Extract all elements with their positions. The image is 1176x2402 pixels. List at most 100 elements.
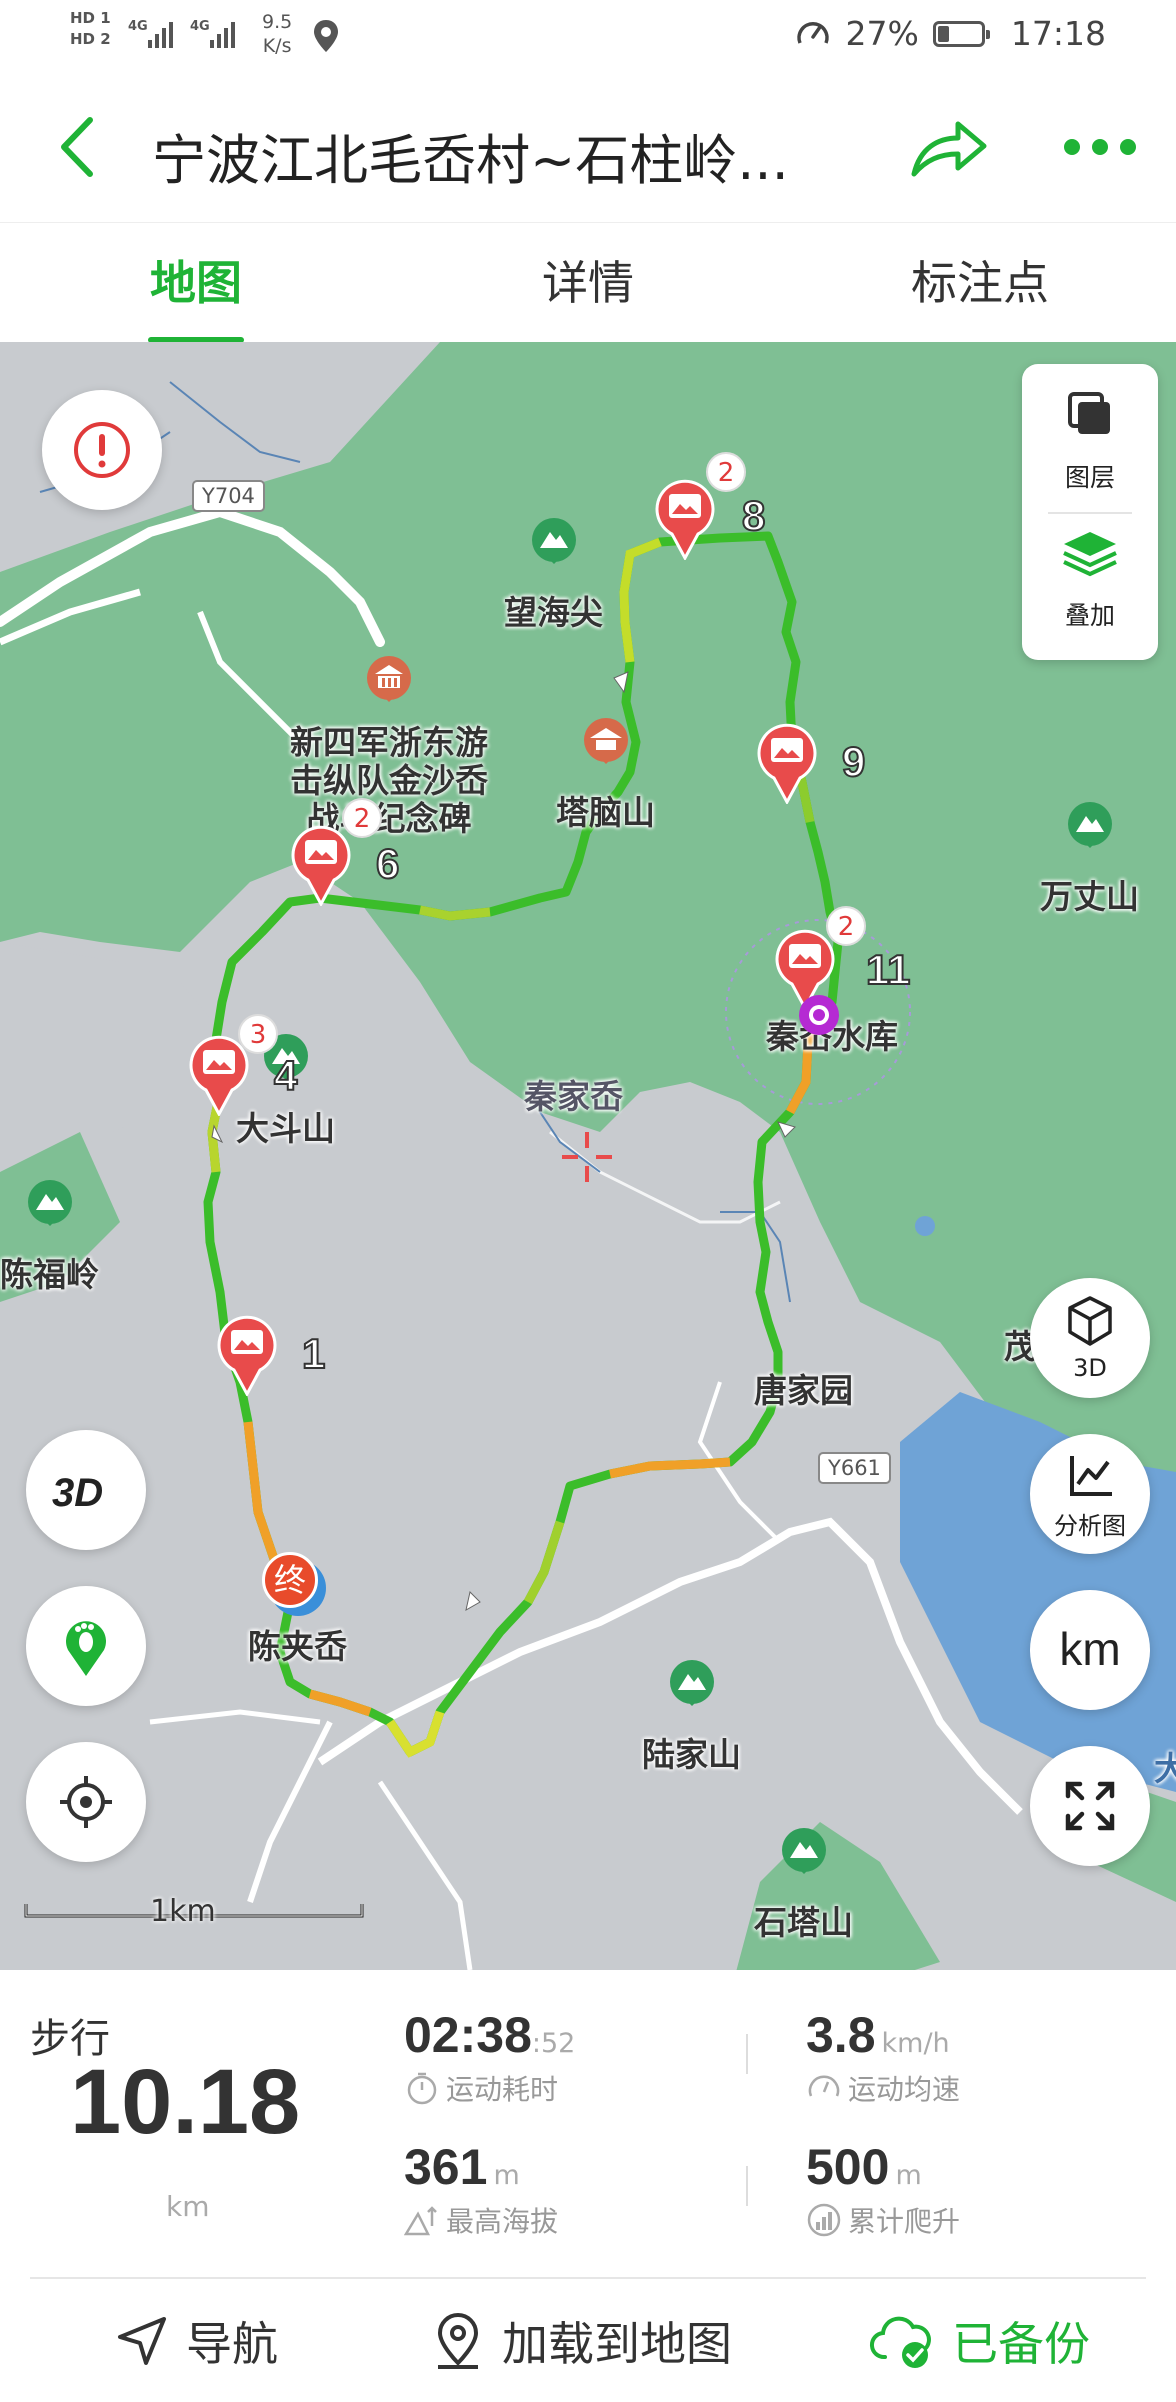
km-label: km xyxy=(1059,1623,1121,1675)
poi-label: 塔脑山 xyxy=(556,793,655,832)
max-altitude-unit: m xyxy=(493,2160,520,2191)
climb-label: 累计爬升 xyxy=(848,2205,961,2238)
location-icon xyxy=(314,20,338,52)
stat-max-altitude: 361 m 最高海拔 xyxy=(404,2138,558,2240)
map-view[interactable]: 望海尖 新四军浙东游 击纵队金沙岙 战斗纪念碑 塔脑山 万丈山 秦岙水库 大斗山… xyxy=(0,342,1176,1970)
analysis-button[interactable]: 分析图 xyxy=(1030,1434,1150,1554)
climb-value: 500 xyxy=(806,2139,890,2195)
overlay-label: 叠加 xyxy=(1064,601,1115,630)
speed-value: 9.5 xyxy=(262,11,293,33)
unit-toggle-button[interactable]: km xyxy=(1030,1590,1150,1710)
poi-shitashan[interactable]: 石塔山 xyxy=(754,1826,853,1944)
speed-unit: K/s xyxy=(262,35,292,57)
signal2-icon: 4G xyxy=(190,19,235,48)
road-badge: Y704 xyxy=(192,480,265,512)
more-button[interactable] xyxy=(1062,132,1138,162)
mountain-pin-icon xyxy=(669,1660,714,1706)
load-to-map-label: 加载到地图 xyxy=(502,2316,732,2371)
poi-tangjiayuan[interactable]: 唐家园 xyxy=(754,1364,853,1412)
poi-qinjiaao[interactable]: 秦家岙 xyxy=(524,1070,623,1118)
chevron-left-icon xyxy=(61,117,93,177)
fullscreen-button[interactable] xyxy=(1030,1746,1150,1866)
bottom-action-bar: 导航 加载到地图 已备份 xyxy=(30,2277,1146,2402)
photo-count-badge: 3 xyxy=(238,1014,278,1054)
cloud-check-icon xyxy=(870,2316,931,2368)
stopwatch-icon xyxy=(407,2072,437,2105)
3d-label: 3D xyxy=(1073,1354,1107,1382)
poi-label: 石塔山 xyxy=(754,1903,853,1942)
duration-label: 运动耗时 xyxy=(446,2073,559,2106)
climb-unit: m xyxy=(895,2160,922,2191)
expand-icon xyxy=(1065,1781,1115,1831)
stat-avg-speed: 3.8 km/h 运动均速 xyxy=(806,2006,960,2108)
svg-text:4G: 4G xyxy=(190,19,210,34)
mountain-peak-icon xyxy=(404,2206,437,2236)
poi-tanaoshan[interactable]: 塔脑山 xyxy=(556,716,655,834)
poi-chenfuling[interactable]: 陈福岭 xyxy=(0,1178,99,1296)
tab-bar: 地图 详情 标注点 xyxy=(0,222,1176,344)
tab-details[interactable]: 详情 xyxy=(392,223,784,343)
overlay-button[interactable]: 叠加 xyxy=(1022,514,1158,660)
battery-percent: 27% xyxy=(845,14,919,53)
locate-button[interactable] xyxy=(26,1742,146,1862)
poi-wanghaijian[interactable]: 望海尖 xyxy=(504,516,603,634)
tab-map[interactable]: 地图 xyxy=(0,223,392,343)
3d-view-button[interactable]: 3D xyxy=(26,1430,146,1550)
marker-number: 6 xyxy=(375,839,400,888)
layers-icon xyxy=(1068,392,1110,434)
analysis-chart-icon xyxy=(1070,1456,1112,1496)
layers-button[interactable]: 图层 xyxy=(1022,364,1158,512)
share-button[interactable] xyxy=(910,114,988,180)
battery-icon xyxy=(932,20,990,47)
total-distance: 10.18 xyxy=(70,2051,301,2153)
stat-duration: 02:38:52 运动耗时 xyxy=(404,2006,575,2108)
backup-label: 已备份 xyxy=(952,2316,1090,2371)
climb-icon xyxy=(807,2203,841,2237)
alert-icon xyxy=(74,422,130,478)
3d-view-icon: 3D xyxy=(52,1471,103,1515)
poi-label: 击纵队金沙岙 xyxy=(290,761,488,800)
poi-label: 陈夹岙 xyxy=(248,1627,347,1666)
avg-speed-unit: km/h xyxy=(881,2028,950,2059)
hd-indicator: HD 1 HD 2 xyxy=(70,8,111,50)
clock: 17:18 xyxy=(1010,14,1106,53)
poi-monument[interactable]: 新四军浙东游 击纵队金沙岙 战斗纪念碑 xyxy=(290,654,488,838)
poi-lujiashan[interactable]: 陆家山 xyxy=(642,1658,741,1776)
photo-pin-icon xyxy=(291,825,351,906)
avg-speed-label: 运动均速 xyxy=(848,2073,961,2106)
start-point-icon[interactable] xyxy=(796,992,842,1038)
footprint-icon xyxy=(66,1621,106,1676)
stat-climb: 500 m 累计爬升 xyxy=(806,2138,960,2240)
tab-waypoints[interactable]: 标注点 xyxy=(784,223,1176,343)
max-altitude-label: 最高海拔 xyxy=(446,2205,559,2238)
footprint-button[interactable] xyxy=(26,1586,146,1706)
duration-value: 02:38 xyxy=(404,2007,532,2063)
poi-label: 望海尖 xyxy=(504,593,603,632)
photo-pin-icon xyxy=(757,723,817,804)
poi-wanzhangshan[interactable]: 万丈山 xyxy=(1040,800,1139,918)
backup-status-button[interactable]: 已备份 xyxy=(866,2279,1090,2402)
share-icon xyxy=(911,121,987,177)
navigate-button[interactable]: 导航 xyxy=(112,2279,278,2402)
warning-button[interactable] xyxy=(42,390,162,510)
poi-label: 新四军浙东游 xyxy=(290,723,488,762)
scale-label: 1km xyxy=(150,1894,216,1929)
mountain-pin-icon xyxy=(781,1828,826,1874)
poi-label: 万丈山 xyxy=(1040,877,1139,916)
navigate-label: 导航 xyxy=(186,2316,278,2371)
poi-label: 陆家山 xyxy=(642,1735,741,1774)
back-button[interactable] xyxy=(48,112,108,182)
network-speed: 9.5 K/s xyxy=(262,10,292,58)
more-dots-icon xyxy=(1064,139,1136,155)
distance-unit: km xyxy=(166,2190,210,2223)
divider xyxy=(746,2034,748,2074)
road-badge: Y661 xyxy=(818,1452,891,1484)
load-to-map-button[interactable]: 加载到地图 xyxy=(428,2279,732,2402)
end-marker-label: 终 xyxy=(262,1552,318,1608)
poi-chenjiaao[interactable]: 陈夹岙 xyxy=(248,1620,347,1668)
mountain-pin-icon xyxy=(531,518,576,564)
3d-button[interactable]: 3D xyxy=(1030,1278,1150,1398)
photo-count-badge: 2 xyxy=(342,798,382,838)
svg-text:3D: 3D xyxy=(52,1471,103,1515)
layer-panel: 图层 叠加 xyxy=(1022,364,1158,660)
